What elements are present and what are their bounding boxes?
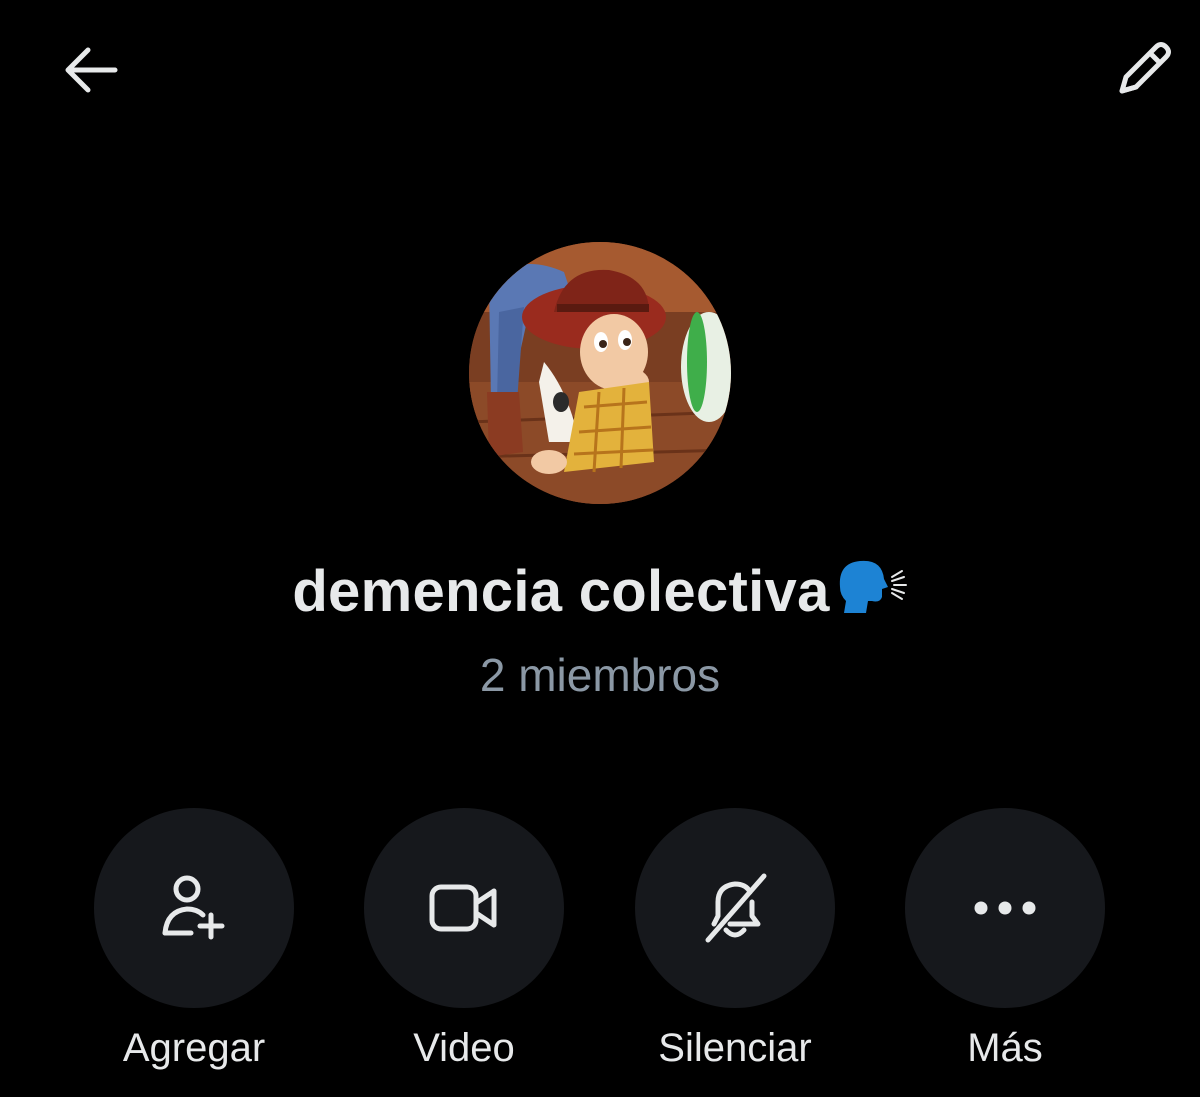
video-action: Video xyxy=(329,808,599,1071)
video-label: Video xyxy=(413,1026,515,1070)
arrow-left-icon xyxy=(65,47,118,93)
members-count[interactable]: 2 miembros xyxy=(0,648,1200,702)
mute-label: Silenciar xyxy=(658,1026,812,1070)
video-button[interactable] xyxy=(364,808,564,1008)
pencil-icon xyxy=(1119,42,1171,94)
bell-slash-icon xyxy=(705,873,767,943)
more-action: Más xyxy=(870,808,1140,1071)
top-bar xyxy=(0,0,1200,140)
mute-action: Silenciar xyxy=(600,808,870,1071)
back-button[interactable] xyxy=(50,30,130,110)
group-avatar[interactable] xyxy=(469,242,731,504)
speaking-head-icon xyxy=(832,555,908,631)
group-name: demencia colectiva xyxy=(292,559,830,624)
more-label: Más xyxy=(967,1026,1043,1070)
video-camera-icon xyxy=(429,884,497,932)
edit-button[interactable] xyxy=(1105,28,1185,108)
more-dots-icon xyxy=(974,901,1036,915)
add-member-label: Agregar xyxy=(122,1026,266,1070)
woody-avatar-image xyxy=(469,242,731,504)
mute-button[interactable] xyxy=(635,808,835,1008)
action-bar: Agregar Video Silenciar Más xyxy=(0,808,1200,1078)
add-member-button[interactable] xyxy=(94,808,294,1008)
add-member-action: Agregar xyxy=(59,808,329,1071)
add-person-icon xyxy=(162,875,225,940)
group-name-row: demencia colectiva xyxy=(0,555,1200,631)
more-button[interactable] xyxy=(905,808,1105,1008)
